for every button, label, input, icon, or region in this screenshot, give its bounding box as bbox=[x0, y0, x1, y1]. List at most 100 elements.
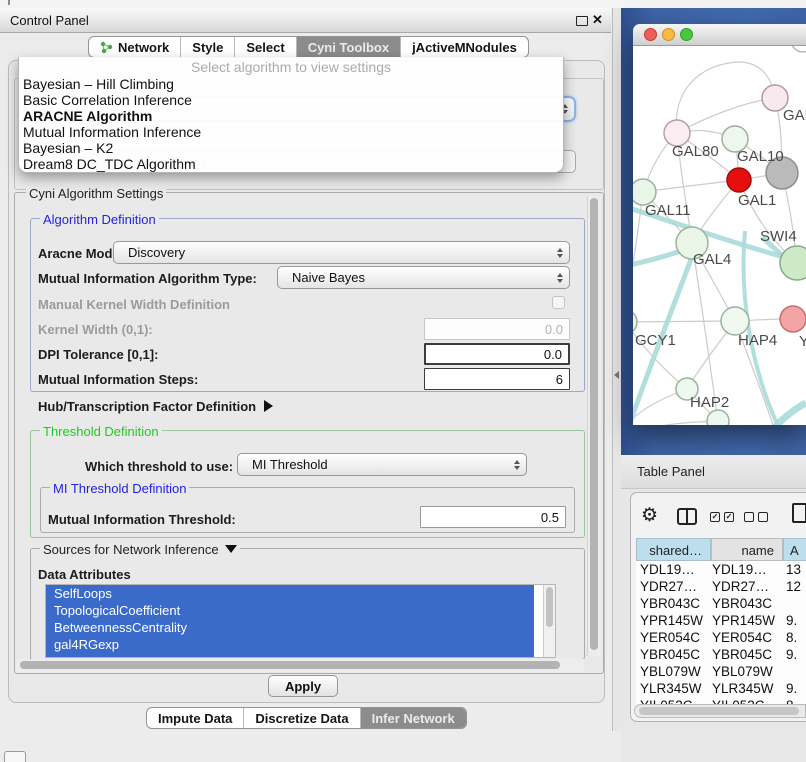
mi-threshold-field[interactable]: 0.5 bbox=[420, 506, 566, 528]
kernel-width-field[interactable]: 0.0 bbox=[424, 318, 570, 340]
mini-panel-button[interactable] bbox=[4, 751, 26, 762]
network-node[interactable] bbox=[780, 306, 806, 332]
expand-arrow-icon[interactable] bbox=[264, 400, 273, 412]
table-cell[interactable]: 9. bbox=[786, 680, 797, 697]
table-cell[interactable]: YBR043C bbox=[712, 595, 772, 612]
table-cell[interactable]: YER054C bbox=[640, 629, 700, 646]
tab-select[interactable]: Select bbox=[235, 37, 296, 57]
list-item[interactable]: TopologicalCoefficient bbox=[46, 602, 534, 619]
table-cell[interactable]: YPR145W bbox=[712, 612, 775, 629]
table-cell[interactable]: 13 bbox=[786, 561, 801, 578]
table-cell[interactable]: 8. bbox=[786, 629, 797, 646]
popup-item-selected[interactable]: ARACNE Algorithm bbox=[19, 108, 563, 124]
list-item[interactable]: BetweennessCentrality bbox=[46, 619, 534, 636]
close-icon[interactable]: ✕ bbox=[592, 12, 603, 28]
mi-steps-field[interactable]: 6 bbox=[424, 368, 570, 390]
network-edge-highlighted[interactable] bbox=[772, 403, 806, 425]
sources-collapser[interactable]: Sources for Network Inference bbox=[40, 542, 240, 557]
popup-item[interactable]: Basic Correlation Inference bbox=[19, 92, 563, 108]
table-cell[interactable]: 9. bbox=[786, 612, 797, 629]
network-node[interactable] bbox=[791, 46, 806, 52]
tab-impute-data-label: Impute Data bbox=[158, 711, 232, 726]
popup-item[interactable]: Bayesian – Hill Climbing bbox=[19, 76, 563, 92]
list-item[interactable]: gal4RGexp bbox=[46, 636, 534, 653]
checkbox-checked-icon: ✓ bbox=[724, 512, 734, 522]
tab-impute-data[interactable]: Impute Data bbox=[147, 708, 244, 728]
node-table[interactable]: YDL19… YDL19… 13 YDR27… YDR27… 12 YBR043C YBR04… bbox=[636, 561, 806, 704]
close-traffic-light[interactable] bbox=[644, 28, 657, 41]
column-header-clipped[interactable]: A bbox=[783, 538, 806, 561]
tab-infer-network[interactable]: Infer Network bbox=[361, 708, 466, 728]
network-edge[interactable] bbox=[643, 180, 739, 192]
network-node[interactable] bbox=[633, 310, 637, 334]
table-cell[interactable]: YER054C bbox=[712, 629, 772, 646]
table-cell[interactable]: YIL052C bbox=[712, 697, 765, 704]
tab-style[interactable]: Style bbox=[181, 37, 235, 57]
panel-splitter[interactable] bbox=[613, 8, 621, 731]
table-cell[interactable]: 12 bbox=[786, 578, 801, 595]
tab-discretize-data[interactable]: Discretize Data bbox=[244, 708, 360, 728]
network-node-label: GAL1 bbox=[738, 192, 776, 209]
zoom-traffic-light[interactable] bbox=[680, 28, 693, 41]
table-cell[interactable]: YBR043C bbox=[640, 595, 700, 612]
settings-vertical-scrollbar[interactable] bbox=[587, 196, 601, 656]
table-cell[interactable]: YDL19… bbox=[640, 561, 695, 578]
table-cell[interactable]: 9. bbox=[786, 646, 797, 663]
table-cell[interactable]: YBR045C bbox=[712, 646, 772, 663]
table-cell[interactable]: YLR345W bbox=[712, 680, 774, 697]
popup-item[interactable]: Dream8 DC_TDC Algorithm bbox=[19, 156, 563, 172]
network-node[interactable] bbox=[727, 168, 751, 192]
mi-type-combo[interactable]: Naive Bayes bbox=[277, 266, 570, 289]
table-cell[interactable]: YLR345W bbox=[640, 680, 702, 697]
tab-network[interactable]: Network bbox=[89, 37, 181, 57]
unchecked-attributes-icon[interactable] bbox=[744, 512, 768, 522]
network-canvas[interactable]: GALGAL80GAL10GAL1GAL11SWI4GAL4GCY1HAP4YH… bbox=[633, 46, 806, 425]
network-edge[interactable] bbox=[633, 421, 718, 425]
network-edge[interactable] bbox=[677, 98, 775, 133]
manual-kernel-checkbox[interactable] bbox=[552, 296, 565, 309]
table-horizontal-scrollbar[interactable] bbox=[634, 704, 806, 718]
column-header-shared-name[interactable]: shared… bbox=[636, 538, 711, 561]
network-node[interactable] bbox=[721, 307, 749, 335]
table-cell[interactable]: YDR27… bbox=[640, 578, 697, 595]
table-cell[interactable]: YPR145W bbox=[640, 612, 703, 629]
table-cell[interactable]: YDL19… bbox=[712, 561, 767, 578]
table-cell[interactable]: YIL052C bbox=[640, 697, 693, 704]
minimize-traffic-light[interactable] bbox=[662, 28, 675, 41]
list-item[interactable]: SelfLoops bbox=[46, 585, 534, 602]
file-icon[interactable] bbox=[792, 503, 806, 523]
column-header-name[interactable]: name bbox=[711, 538, 783, 561]
list-scrollbar[interactable] bbox=[543, 585, 555, 657]
table-cell[interactable]: YBL079W bbox=[712, 663, 773, 680]
aracne-mode-combo[interactable]: Discovery bbox=[113, 241, 570, 264]
combo-stepper-icon bbox=[514, 460, 520, 470]
popup-item[interactable]: Mutual Information Inference bbox=[19, 124, 563, 140]
collapse-left-icon[interactable] bbox=[614, 371, 619, 379]
gear-icon[interactable]: ⚙ bbox=[641, 504, 658, 527]
table-cell[interactable]: YDR27… bbox=[712, 578, 769, 595]
checked-attributes-icon[interactable]: ✓ ✓ bbox=[710, 512, 734, 522]
list-item-partial[interactable] bbox=[46, 653, 534, 658]
network-node[interactable] bbox=[780, 246, 806, 280]
network-window-titlebar[interactable] bbox=[633, 24, 806, 46]
network-node[interactable] bbox=[707, 410, 729, 425]
float-panel-icon[interactable] bbox=[576, 16, 588, 26]
apply-button[interactable]: Apply bbox=[268, 675, 338, 697]
popup-item[interactable]: Bayesian – K2 bbox=[19, 140, 563, 156]
network-edge-highlighted[interactable] bbox=[744, 231, 779, 425]
collapse-arrow-icon[interactable] bbox=[225, 545, 237, 553]
table-cell[interactable]: YBL079W bbox=[640, 663, 701, 680]
settings-horizontal-scrollbar[interactable] bbox=[16, 659, 584, 672]
table-cell[interactable]: YBR045C bbox=[640, 646, 700, 663]
hub-definition-expander[interactable]: Hub/Transcription Factor Definition bbox=[38, 399, 273, 414]
table-cell[interactable]: 8 bbox=[786, 697, 794, 704]
tab-jactivemnodules[interactable]: jActiveMNodules bbox=[401, 37, 528, 57]
tab-cyni-toolbox[interactable]: Cyni Toolbox bbox=[297, 37, 401, 57]
split-columns-icon[interactable] bbox=[677, 508, 697, 525]
dpi-tolerance-field[interactable]: 0.0 bbox=[424, 343, 570, 365]
which-threshold-combo[interactable]: MI Threshold bbox=[237, 453, 527, 476]
network-edge[interactable] bbox=[633, 321, 735, 322]
checkbox-empty-icon bbox=[758, 512, 768, 522]
network-node-label: GAL4 bbox=[693, 251, 731, 268]
aracne-mode-label: Aracne Mode: bbox=[38, 246, 124, 261]
